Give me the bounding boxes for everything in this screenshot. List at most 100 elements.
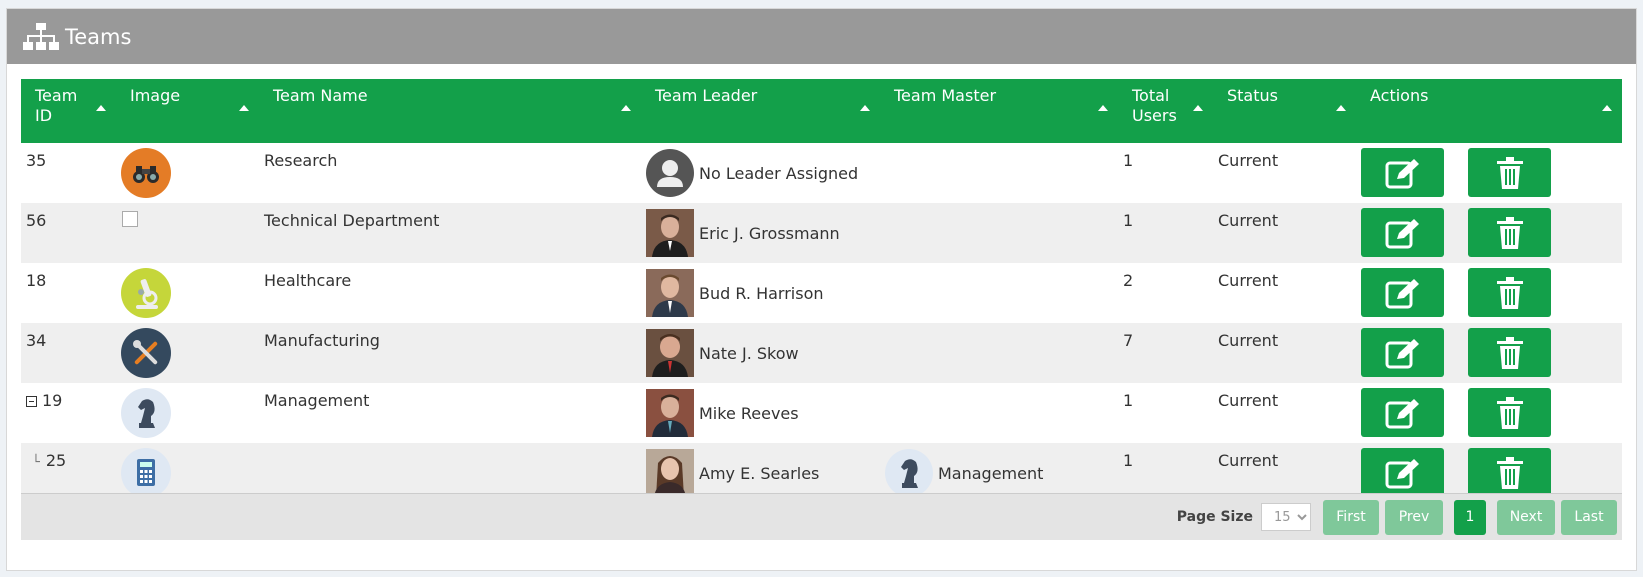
trash-icon	[1496, 336, 1523, 369]
delete-button[interactable]	[1468, 448, 1552, 497]
team-id: 19	[21, 383, 116, 443]
status: Current	[1218, 271, 1279, 290]
column-header-image[interactable]: Image	[116, 79, 259, 143]
delete-button[interactable]	[1468, 268, 1552, 317]
edit-button[interactable]	[1361, 328, 1444, 377]
sort-icon[interactable]	[621, 105, 631, 111]
delete-button[interactable]	[1468, 388, 1552, 437]
edit-icon	[1385, 158, 1419, 188]
delete-button[interactable]	[1468, 328, 1552, 377]
current-page-button[interactable]: 1	[1454, 499, 1486, 535]
team-id: 56	[26, 211, 47, 230]
leader-name: Eric J. Grossmann	[699, 223, 840, 243]
sort-icon[interactable]	[1602, 105, 1612, 111]
leader-photo	[646, 269, 694, 317]
edit-button[interactable]	[1361, 148, 1444, 197]
page-size-select[interactable]: 15	[1261, 503, 1311, 531]
edit-button[interactable]	[1361, 208, 1444, 257]
team-master	[880, 263, 1118, 323]
team-name: Technical Department	[264, 211, 440, 230]
status: Current	[1218, 391, 1279, 410]
trash-icon	[1496, 456, 1523, 489]
table-row: 34 Manufacturing Nate J. Skow 7 Current	[21, 323, 1622, 383]
team-id: 35	[26, 151, 47, 170]
total-users: 1	[1123, 391, 1134, 410]
delete-button[interactable]	[1468, 148, 1552, 197]
team-id: 18	[26, 271, 47, 290]
sort-icon[interactable]	[1336, 105, 1346, 111]
team-master	[880, 203, 1118, 263]
first-page-button[interactable]: First	[1323, 499, 1379, 535]
collapse-toggle[interactable]	[26, 396, 37, 407]
team-master	[880, 323, 1118, 383]
edit-icon	[1385, 398, 1419, 428]
edit-icon	[1385, 278, 1419, 308]
column-header-team-name[interactable]: Team Name	[259, 79, 641, 143]
delete-button[interactable]	[1468, 208, 1552, 257]
leader-photo	[646, 389, 694, 437]
leader-photo	[646, 449, 694, 497]
team-leader: Bud R. Harrison	[646, 269, 875, 317]
sort-icon[interactable]	[860, 105, 870, 111]
leader-name: Mike Reeves	[699, 403, 799, 423]
trash-icon	[1496, 216, 1523, 249]
edit-button[interactable]	[1361, 388, 1444, 437]
status: Current	[1218, 211, 1279, 230]
column-header-total-users[interactable]: Total Users	[1118, 79, 1213, 143]
leader-photo	[646, 329, 694, 377]
trash-icon	[1496, 156, 1523, 189]
default-user-icon	[646, 149, 694, 197]
column-header-team-id[interactable]: Team ID	[21, 79, 116, 143]
team-leader: Eric J. Grossmann	[646, 209, 875, 257]
edit-icon	[1385, 218, 1419, 248]
child-indent-icon: └	[32, 455, 40, 470]
microscope-icon	[121, 268, 171, 318]
sort-icon[interactable]	[239, 105, 249, 111]
sort-icon[interactable]	[1193, 105, 1203, 111]
last-page-button[interactable]: Last	[1561, 499, 1617, 535]
team-name: Healthcare	[264, 271, 352, 290]
sort-icon[interactable]	[96, 105, 106, 111]
edit-icon	[1385, 458, 1419, 488]
chess-knight-icon	[121, 388, 171, 438]
total-users: 7	[1123, 331, 1134, 350]
team-leader: Nate J. Skow	[646, 329, 875, 377]
trash-icon	[1496, 276, 1523, 309]
sort-icon[interactable]	[1098, 105, 1108, 111]
column-header-team-leader[interactable]: Team Leader	[641, 79, 880, 143]
page-size-label: Page Size	[1176, 509, 1253, 525]
teams-table: Team ID Image Team Name Team Leader Team…	[21, 79, 1622, 503]
team-name: Research	[264, 151, 338, 170]
leader-photo	[646, 209, 694, 257]
column-header-status[interactable]: Status	[1213, 79, 1356, 143]
column-header-team-master[interactable]: Team Master	[880, 79, 1118, 143]
team-name: Manufacturing	[264, 331, 380, 350]
teams-panel: Teams Team ID Image Team Name Team Leade…	[6, 8, 1637, 571]
total-users: 1	[1123, 211, 1134, 230]
table-row: 19 Management Mike Reeves 1 Current	[21, 383, 1622, 443]
prev-page-button[interactable]: Prev	[1385, 499, 1443, 535]
table-header-row: Team ID Image Team Name Team Leader Team…	[21, 79, 1622, 143]
edit-button[interactable]	[1361, 268, 1444, 317]
table-row: 35 Research No Leader Assigned 1 Current	[21, 143, 1622, 203]
column-header-actions[interactable]: Actions	[1356, 79, 1622, 143]
master-name: Management	[938, 463, 1044, 483]
tools-icon	[121, 328, 171, 378]
team-id: 34	[26, 331, 47, 350]
org-chart-icon	[23, 22, 59, 50]
team-master: Management	[885, 449, 1113, 497]
panel-header: Teams	[7, 9, 1636, 64]
binoculars-icon	[121, 148, 171, 198]
total-users: 2	[1123, 271, 1134, 290]
image-placeholder-checkbox	[122, 211, 138, 227]
leader-name: Bud R. Harrison	[699, 283, 824, 303]
edit-button[interactable]	[1361, 448, 1444, 497]
team-leader: Amy E. Searles	[646, 449, 875, 497]
team-name: Management	[264, 391, 370, 410]
total-users: 1	[1123, 151, 1134, 170]
next-page-button[interactable]: Next	[1497, 499, 1555, 535]
page-title: Teams	[65, 24, 132, 49]
status: Current	[1218, 331, 1279, 350]
edit-icon	[1385, 338, 1419, 368]
team-leader: No Leader Assigned	[646, 149, 875, 197]
